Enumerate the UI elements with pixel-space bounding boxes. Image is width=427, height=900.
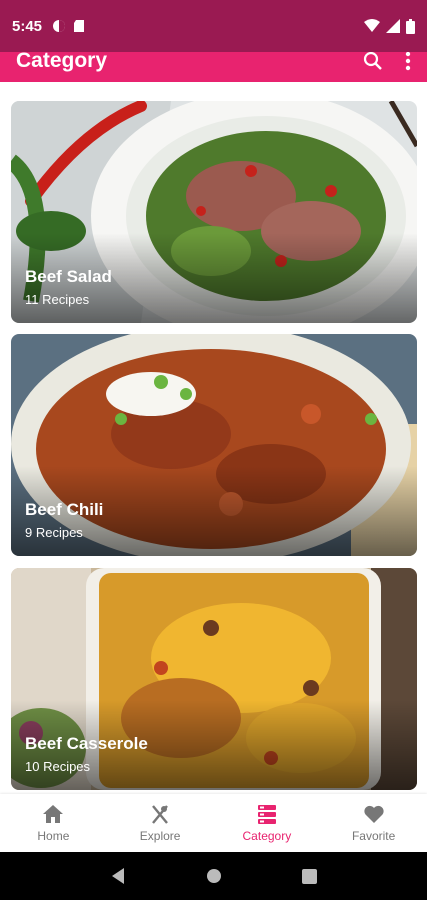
back-icon[interactable] (110, 867, 126, 885)
category-icon (257, 805, 276, 824)
nav-label: Home (37, 829, 70, 843)
search-icon[interactable] (363, 52, 383, 71)
sd-card-icon (74, 20, 85, 32)
nav-explore[interactable]: Explore (107, 794, 214, 852)
wifi-icon (364, 19, 380, 32)
recipe-count: 9 Recipes (25, 525, 83, 540)
nav-label: Favorite (351, 829, 396, 843)
category-card-beef-salad[interactable]: Beef Salad 11 Recipes (11, 101, 417, 323)
system-navigation-bar (0, 852, 427, 900)
app-bar: Category (0, 52, 427, 82)
app-status-icon (53, 20, 66, 32)
recents-icon[interactable] (302, 868, 317, 884)
bottom-navigation: Home Explore Category Favorite (0, 794, 427, 852)
recipe-count: 10 Recipes (25, 759, 91, 774)
category-name: Beef Salad (25, 267, 112, 286)
nav-favorite[interactable]: Favorite (320, 794, 427, 852)
status-time: 5:45 (12, 17, 43, 35)
battery-icon (406, 18, 415, 34)
nav-category[interactable]: Category (214, 794, 321, 852)
nav-home[interactable]: Home (0, 794, 107, 852)
utensils-icon (152, 805, 169, 824)
recipe-count: 11 Recipes (25, 292, 90, 307)
category-name: Beef Chili (25, 500, 104, 519)
home-icon (43, 805, 64, 823)
signal-icon (386, 19, 400, 33)
more-vert-icon[interactable] (405, 52, 411, 71)
heart-icon (364, 805, 384, 823)
nav-label: Category (242, 829, 292, 843)
category-card-beef-casserole[interactable]: Beef Casserole 10 Recipes (11, 568, 417, 790)
page-title: Category (16, 52, 108, 72)
status-bar: 5:45 (0, 0, 427, 52)
nav-label: Explore (139, 829, 181, 843)
category-name: Beef Casserole (25, 734, 148, 753)
home-circle-icon[interactable] (206, 868, 222, 884)
category-list[interactable]: Beef Salad 11 Recipes Beef Chili 9 Recip… (0, 82, 427, 794)
category-card-beef-chili[interactable]: Beef Chili 9 Recipes (11, 334, 417, 556)
